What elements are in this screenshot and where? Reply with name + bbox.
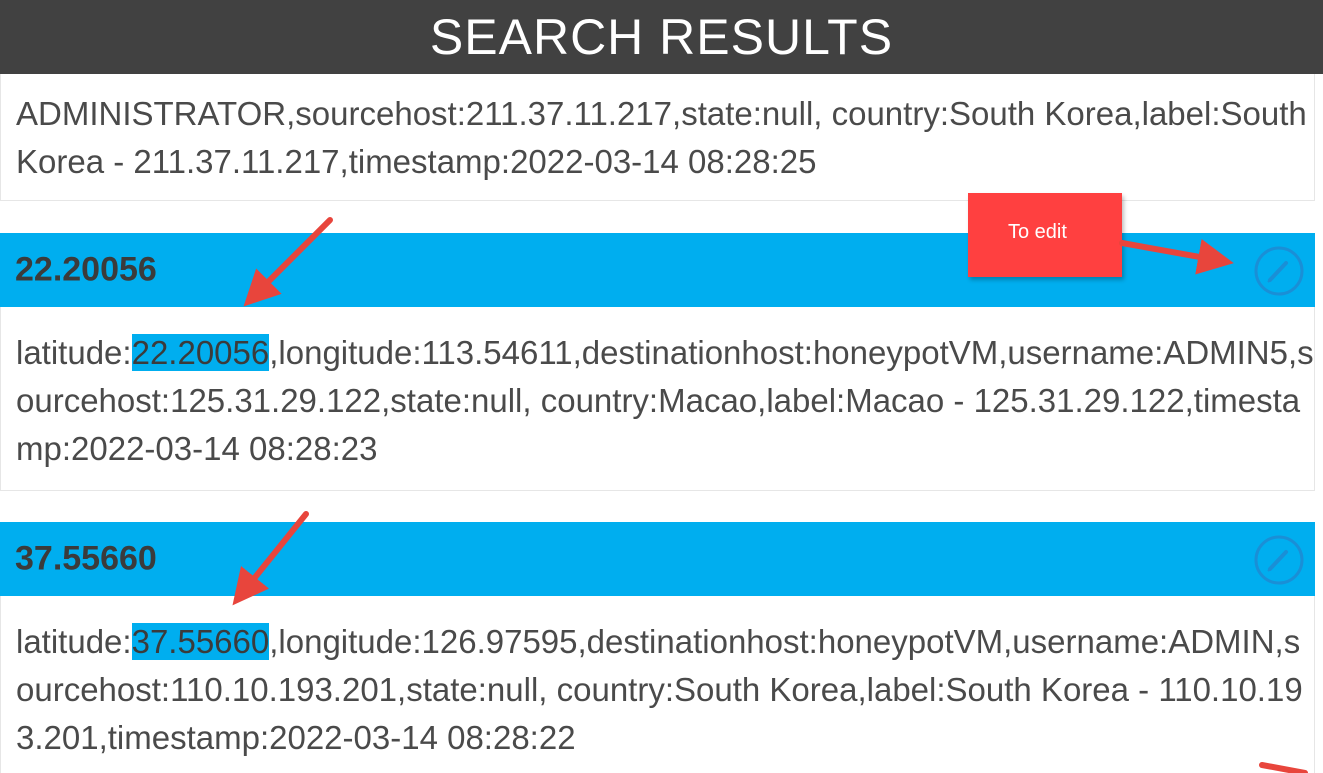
result-card-body: latitude:22.20056,longitude:113.54611,de… [0, 307, 1315, 491]
result-card-body: ADMINISTRATOR,sourcehost:211.37.11.217,s… [0, 74, 1315, 201]
result-card-title: 37.55660 [15, 539, 157, 578]
result-text-prefix: latitude: [16, 334, 132, 371]
pencil-circle-icon [1254, 246, 1304, 296]
result-card-title: 22.20056 [15, 250, 157, 289]
result-text-prefix: latitude: [16, 623, 132, 660]
search-results-page: SEARCH RESULTS ADMINISTRATOR,sourcehost:… [0, 0, 1323, 773]
pencil-circle-icon [1254, 535, 1304, 585]
search-highlight: 22.20056 [131, 334, 270, 371]
result-card-body: latitude:37.55660,longitude:126.97595,de… [0, 596, 1315, 773]
result-card-header: 37.55660 [0, 522, 1315, 600]
result-text: ADMINISTRATOR,sourcehost:211.37.11.217,s… [16, 95, 1307, 180]
page-title: SEARCH RESULTS [0, 0, 1323, 74]
search-highlight: 37.55660 [131, 623, 270, 660]
annotation-callout: To edit [968, 193, 1122, 277]
edit-button[interactable] [1243, 522, 1315, 600]
edit-button[interactable] [1243, 233, 1315, 311]
